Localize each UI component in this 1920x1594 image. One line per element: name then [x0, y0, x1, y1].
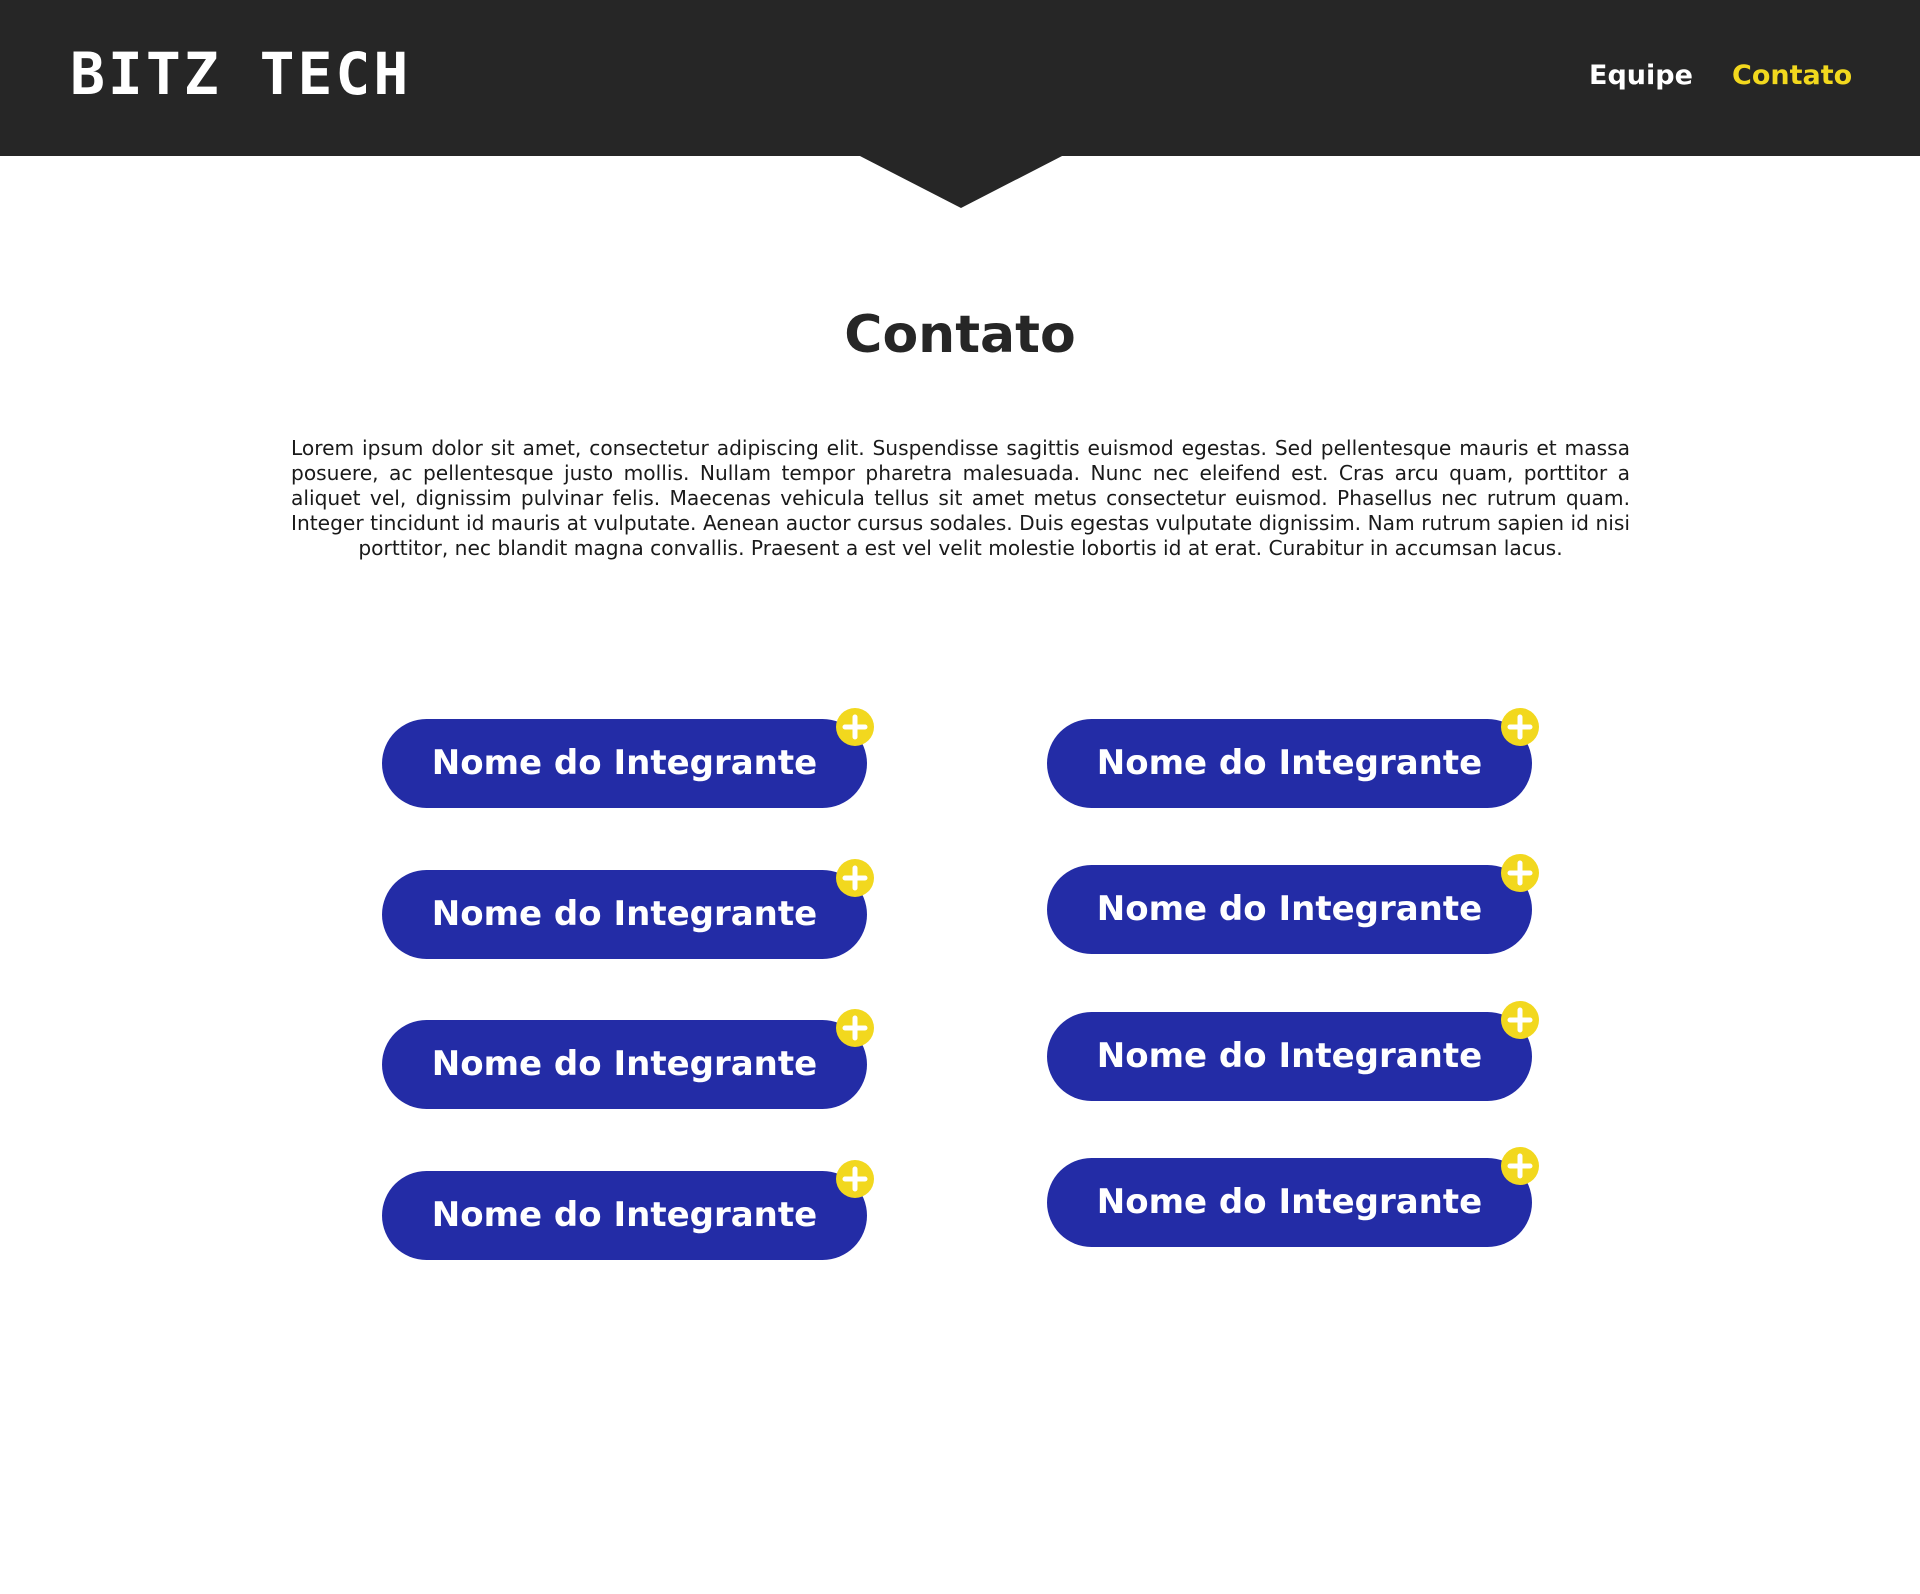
member-button-label: Nome do Integrante: [1096, 1182, 1483, 1222]
plus-icon[interactable]: [1501, 854, 1539, 892]
nav-link-contato[interactable]: Contato: [1732, 56, 1852, 96]
member-button-label: Nome do Integrante: [1096, 889, 1483, 929]
plus-icon[interactable]: [836, 1160, 874, 1198]
plus-icon[interactable]: [1501, 1001, 1539, 1039]
member-button[interactable]: Nome do Integrante: [1047, 1001, 1539, 1101]
member-button-label: Nome do Integrante: [1096, 743, 1483, 783]
top-header: BITZ TECH Equipe Contato: [0, 0, 1920, 156]
plus-icon[interactable]: [836, 708, 874, 746]
plus-icon[interactable]: [1501, 1147, 1539, 1185]
plus-icon[interactable]: [1501, 708, 1539, 746]
member-button[interactable]: Nome do Integrante: [1047, 708, 1539, 808]
header-notch: [858, 155, 1064, 208]
member-button[interactable]: Nome do Integrante: [382, 708, 874, 808]
member-button-label: Nome do Integrante: [431, 743, 818, 783]
member-button[interactable]: Nome do Integrante: [1047, 854, 1539, 954]
member-button[interactable]: Nome do Integrante: [1047, 1147, 1539, 1247]
member-button[interactable]: Nome do Integrante: [382, 1160, 874, 1260]
member-button[interactable]: Nome do Integrante: [382, 859, 874, 959]
page-title: Contato: [844, 305, 1076, 365]
plus-icon[interactable]: [836, 859, 874, 897]
intro-paragraph: Lorem ipsum dolor sit amet, consectetur …: [291, 436, 1630, 560]
member-button-label: Nome do Integrante: [431, 1195, 818, 1235]
plus-icon[interactable]: [836, 1009, 874, 1047]
nav-link-equipe[interactable]: Equipe: [1589, 56, 1693, 96]
logo[interactable]: BITZ TECH: [70, 44, 411, 104]
member-button-label: Nome do Integrante: [431, 894, 818, 934]
page: BITZ TECH Equipe Contato Contato Lorem i…: [0, 0, 1920, 1594]
member-button-label: Nome do Integrante: [1096, 1036, 1483, 1076]
member-button-label: Nome do Integrante: [431, 1044, 818, 1084]
member-button[interactable]: Nome do Integrante: [382, 1009, 874, 1109]
